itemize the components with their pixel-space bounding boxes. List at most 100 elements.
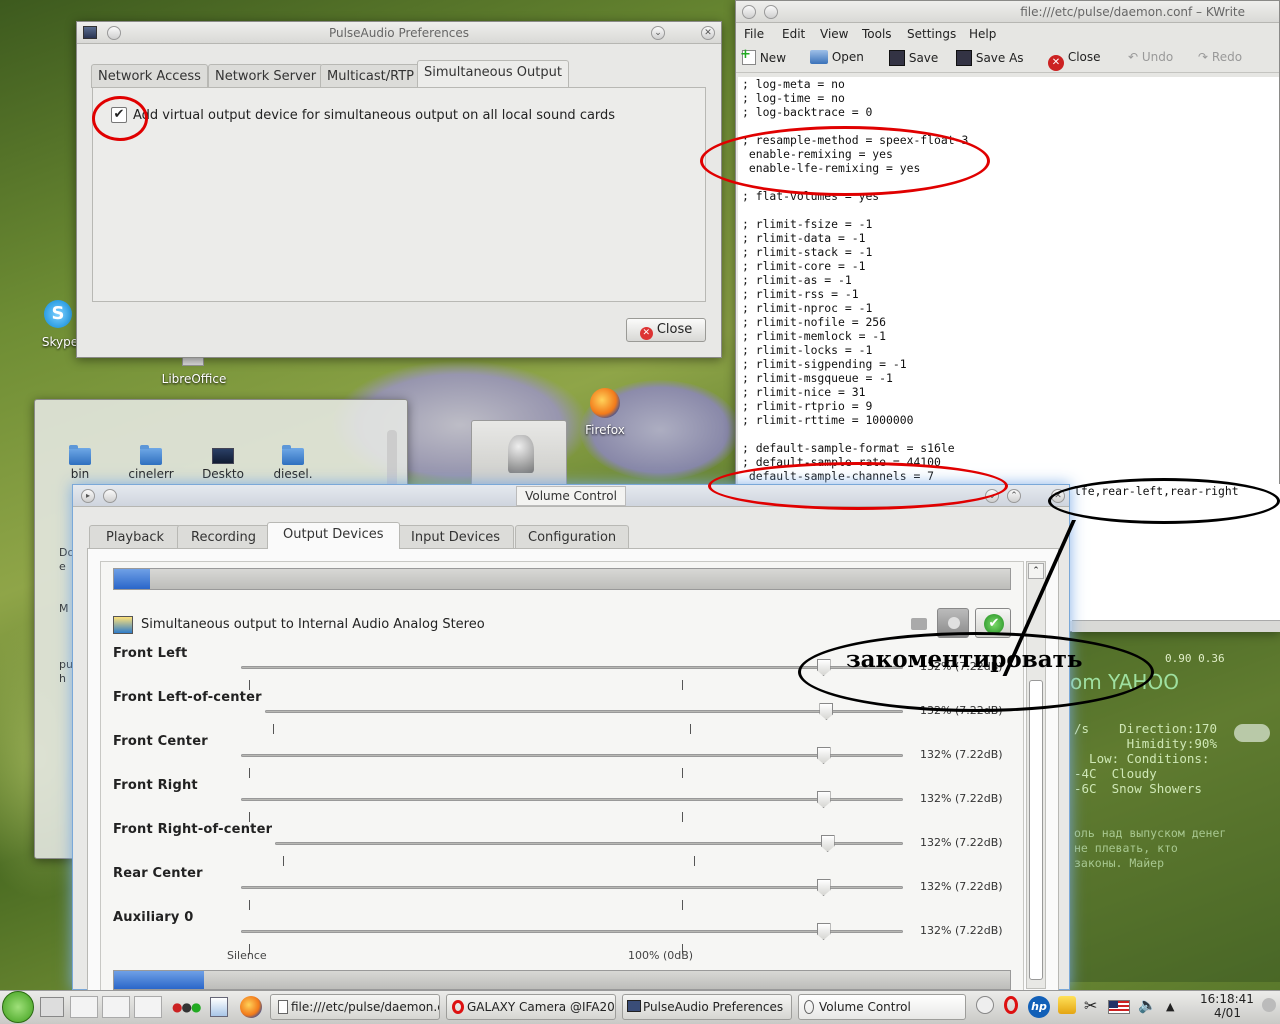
open-button[interactable]: Open [810, 50, 864, 64]
channel-label: Front Right-of-center [113, 822, 273, 837]
folder-label: diesel. [273, 467, 313, 481]
close-doc-button[interactable]: ✕ Close [1048, 50, 1101, 71]
save-button[interactable]: Save [889, 50, 938, 66]
menu-tools[interactable]: Tools [862, 27, 892, 41]
cashew-icon[interactable] [1262, 998, 1276, 1012]
scroll-up-arrow[interactable]: ⌃ [1028, 563, 1044, 579]
scale-tick-100 [682, 768, 684, 778]
channel-label: Front Left [113, 646, 188, 661]
volume-slider-handle[interactable] [816, 879, 831, 896]
check-icon: ✔ [984, 614, 1004, 634]
save-as-button[interactable]: Save As [956, 50, 1024, 66]
volume-slider-handle[interactable] [820, 835, 835, 852]
sticky-button[interactable] [107, 26, 121, 40]
volume-slider-handle[interactable] [819, 703, 834, 720]
device-list: Simultaneous output to Internal Audio An… [100, 561, 1024, 992]
annotation-ellipse-red [700, 126, 990, 196]
minimize-button[interactable] [764, 5, 778, 19]
volume-control-window: ▸ Volume Control ⌄ ⌃ ✕ Playback Recordin… [72, 484, 1070, 992]
chess-app-icon[interactable] [471, 420, 567, 490]
folder-icon[interactable] [69, 445, 91, 465]
volume-slider-track[interactable] [275, 842, 903, 845]
app-menu-icon[interactable] [83, 26, 97, 39]
volume-slider-track[interactable] [241, 886, 903, 889]
mute-icon[interactable] [911, 618, 927, 630]
device-name: Simultaneous output to Internal Audio An… [141, 617, 485, 632]
close-window-button[interactable]: ✕ [701, 26, 715, 40]
task-volume-control[interactable]: Volume Control [798, 994, 966, 1020]
show-desktop-icon[interactable] [40, 997, 64, 1017]
menu-file[interactable]: File [744, 27, 764, 41]
channel-value: 132% (7.22dB) [920, 924, 1003, 937]
menu-edit[interactable]: Edit [782, 27, 805, 41]
undo-icon: ↶ [1128, 50, 1139, 64]
scroll-thumb[interactable] [1029, 680, 1043, 980]
pager-desktop-3[interactable] [134, 996, 162, 1018]
scrollbar[interactable] [387, 430, 397, 490]
redo-button[interactable]: ↷ Redo [1198, 50, 1242, 64]
firefox-icon[interactable] [590, 388, 620, 418]
volume-slider-track[interactable] [241, 754, 903, 757]
tab-network-access[interactable]: Network Access [91, 64, 208, 88]
folder-icon[interactable] [140, 445, 162, 465]
sticky-button[interactable] [742, 5, 756, 19]
minimize-button[interactable]: ⌄ [651, 26, 665, 40]
firefox-launcher-icon[interactable] [240, 996, 262, 1018]
tray-scissors-icon[interactable]: ✂ [1084, 996, 1097, 1015]
tray-hp-icon[interactable]: hp [1028, 996, 1050, 1018]
folder-icon[interactable] [282, 445, 304, 465]
tray-expand-icon[interactable]: ▲ [1166, 1000, 1174, 1013]
clock-time[interactable]: 16:18:41 [1200, 992, 1254, 1006]
app-menu-button[interactable]: ▸ [81, 489, 95, 503]
tray-keyboard-layout-icon[interactable] [1108, 1000, 1130, 1014]
tab-configuration[interactable]: Configuration [515, 525, 630, 549]
tray-info-icon[interactable] [976, 996, 994, 1014]
close-button[interactable]: ✕ Close [626, 318, 706, 342]
menu-view[interactable]: View [820, 27, 848, 41]
sticky-button[interactable] [103, 489, 117, 503]
task-pulseaudio-preferences[interactable]: PulseAudio Preferences [622, 994, 792, 1020]
maximize-button[interactable]: ⌃ [1007, 489, 1021, 503]
pager-desktop-1[interactable] [70, 996, 98, 1018]
close-icon: ✕ [1048, 55, 1064, 71]
menu-settings[interactable]: Settings [907, 27, 956, 41]
volume-slider-handle[interactable] [816, 747, 831, 764]
weather-line: /s Direction:170 [1074, 721, 1217, 736]
skype-icon[interactable]: S [44, 300, 72, 328]
task-label: GALAXY Camera @IFA201 [467, 1000, 616, 1014]
clock-date[interactable]: 4/01 [1214, 1006, 1241, 1020]
tray-clipboard-icon[interactable] [1058, 996, 1076, 1014]
tray-opera-icon[interactable] [1004, 996, 1018, 1014]
tab-network-server[interactable]: Network Server [208, 64, 324, 88]
tab-output-devices[interactable]: Output Devices [267, 522, 400, 549]
tray-volume-icon[interactable]: 🔈 [1138, 996, 1157, 1014]
kde-menu-icon[interactable] [2, 991, 34, 1023]
task-kwrite[interactable]: file:///etc/pulse/daemon.co [270, 994, 440, 1020]
desktop-folder-icon[interactable] [212, 448, 234, 464]
undo-button[interactable]: ↶ Undo [1128, 50, 1173, 64]
pager-desktop-2[interactable] [102, 996, 130, 1018]
title-bar: file:///etc/pulse/daemon.conf – KWrite [736, 1, 1279, 23]
pulse-icon [627, 1000, 641, 1012]
task-opera[interactable]: GALAXY Camera @IFA201 [446, 994, 616, 1020]
window-title: Volume Control [516, 486, 626, 506]
new-button[interactable]: + New [740, 47, 786, 65]
files-icon[interactable] [210, 997, 228, 1017]
tab-recording[interactable]: Recording [177, 525, 271, 549]
redo-label: Redo [1211, 50, 1243, 64]
activity-dots-icon[interactable]: ●●● [172, 1000, 202, 1014]
tab-simultaneous-output[interactable]: Simultaneous Output [417, 60, 569, 87]
menu-bar: File Edit View Tools Settings Help [736, 25, 1279, 45]
volume-slider-track[interactable] [241, 930, 903, 933]
skype-label: Skype [41, 335, 79, 349]
tab-multicast-rtp[interactable]: Multicast/RTP [320, 64, 422, 88]
volume-slider-handle[interactable] [816, 923, 831, 940]
tab-label: Network Access [98, 69, 201, 84]
save-label: Save [908, 51, 939, 65]
tab-input-devices[interactable]: Input Devices [397, 525, 515, 549]
menu-help[interactable]: Help [969, 27, 996, 41]
volume-slider-track[interactable] [265, 710, 903, 713]
volume-slider-handle[interactable] [816, 791, 831, 808]
tab-playback[interactable]: Playback [89, 525, 182, 549]
volume-slider-track[interactable] [241, 798, 903, 801]
